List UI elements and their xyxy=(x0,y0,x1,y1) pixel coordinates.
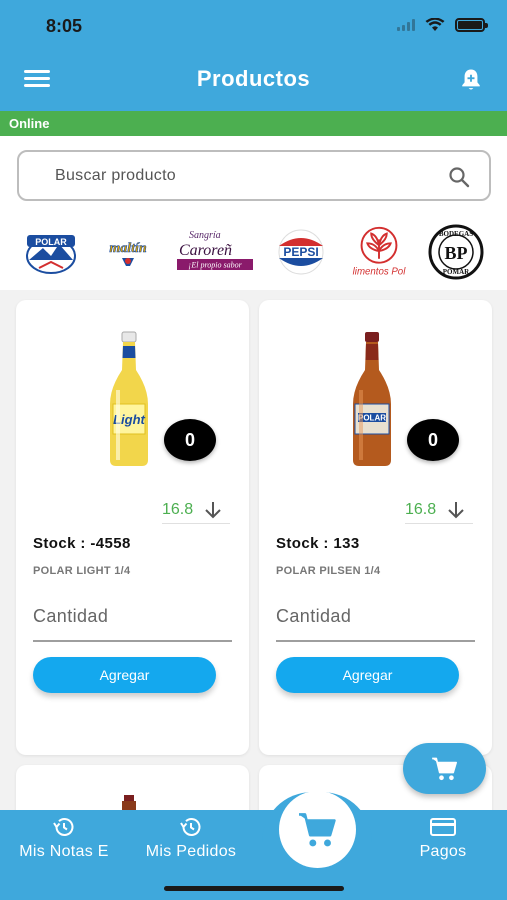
alimentos-polar-text: limentos Pol xyxy=(352,266,406,277)
nav-mis-pedidos-label: Mis Pedidos xyxy=(145,843,237,860)
brand-maltin[interactable]: maltín xyxy=(97,224,159,280)
nav-mis-notas[interactable]: Mis Notas E xyxy=(12,815,116,861)
bell-plus-icon xyxy=(462,69,480,90)
credit-card-icon xyxy=(430,818,456,836)
brand-pepsi[interactable]: PEPSI xyxy=(270,224,332,280)
arrow-down-icon[interactable] xyxy=(446,500,466,520)
polar-logo-text: POLAR xyxy=(35,237,67,247)
shopping-cart-icon xyxy=(431,757,457,780)
notification-button[interactable] xyxy=(457,66,485,94)
connection-status-text: Online xyxy=(9,116,50,131)
brand-polar[interactable]: POLAR xyxy=(20,224,82,280)
bodegas-pomar-logo: BODEGAS POMAR BP xyxy=(428,224,484,280)
wifi-icon xyxy=(425,18,445,31)
add-to-cart-button[interactable]: Agregar xyxy=(276,657,459,693)
price-sort-row[interactable]: 16.8 xyxy=(162,496,230,524)
floating-cart-button[interactable] xyxy=(403,743,486,794)
product-name: POLAR PILSEN 1/4 xyxy=(276,565,381,577)
polar-logo: POLAR xyxy=(25,235,76,274)
sangria-carorena-logo: Sangría Caroreñ ¡El propio sabor xyxy=(176,230,253,270)
search-box xyxy=(17,150,491,201)
brand-filter-row: POLAR maltín Sangría Caroreñ ¡El propio … xyxy=(0,214,507,290)
app-header: 8:05 Productos xyxy=(0,0,507,111)
product-image-polar-light: Light xyxy=(110,331,148,466)
center-cart-button[interactable] xyxy=(279,791,356,868)
stock-value: -4558 xyxy=(90,535,131,552)
battery-icon xyxy=(455,18,488,32)
svg-text:POMAR: POMAR xyxy=(443,268,470,276)
stock-value: 133 xyxy=(333,535,360,552)
status-time: 8:05 xyxy=(46,16,83,36)
quantity-input[interactable] xyxy=(276,592,475,642)
brand-bodegas-pomar[interactable]: BODEGAS POMAR BP xyxy=(425,224,487,280)
cellular-signal-icon xyxy=(397,19,415,31)
history-icon xyxy=(180,818,201,836)
cart-quantity-badge: 0 xyxy=(407,419,459,461)
shopping-cart-icon xyxy=(298,812,336,846)
nav-pagos[interactable]: Pagos xyxy=(410,815,476,861)
stock-label: Stock : xyxy=(33,535,86,552)
brand-sangria-carorena[interactable]: Sangría Caroreñ ¡El propio sabor xyxy=(175,224,255,280)
sangria-tagline: ¡El propio sabor xyxy=(188,261,242,270)
cart-quantity-badge: 0 xyxy=(164,419,216,461)
svg-text:BODEGAS: BODEGAS xyxy=(439,230,473,238)
svg-text:BP: BP xyxy=(445,243,468,263)
price-sort-row[interactable]: 16.8 xyxy=(405,496,473,524)
history-icon xyxy=(53,818,74,836)
svg-text:Sangría: Sangría xyxy=(189,230,221,241)
stock-info: Stock : -4558 xyxy=(33,535,131,552)
svg-text:Caroreñ: Caroreñ xyxy=(179,242,232,259)
add-to-cart-button[interactable]: Agregar xyxy=(33,657,216,693)
alimentos-polar-logo: limentos Pol xyxy=(352,226,406,277)
product-card: POLAR 0 16.8 Stock : 133 POLAR PILSEN 1/… xyxy=(259,300,492,755)
product-price: 16.8 xyxy=(162,500,194,518)
search-input[interactable] xyxy=(55,165,435,187)
status-icons xyxy=(397,18,488,32)
maltin-logo-text: maltín xyxy=(110,241,148,256)
product-card: Light 0 16.8 Stock : -4558 POLAR LIGHT 1… xyxy=(16,300,249,755)
nav-mis-pedidos[interactable]: Mis Pedidos xyxy=(138,815,244,861)
product-name: POLAR LIGHT 1/4 xyxy=(33,565,131,577)
search-icon[interactable] xyxy=(447,165,471,189)
brand-alimentos-polar[interactable]: limentos Pol xyxy=(348,224,410,280)
search-section xyxy=(0,136,507,214)
product-image-polar-pilsen: POLAR xyxy=(353,332,391,466)
connection-status-bar: Online xyxy=(0,111,507,136)
stock-label: Stock : xyxy=(276,535,329,552)
quantity-input[interactable] xyxy=(33,592,232,642)
home-indicator xyxy=(164,886,344,891)
product-price: 16.8 xyxy=(405,500,437,518)
nav-mis-notas-label: Mis Notas E xyxy=(19,843,109,860)
page-title: Productos xyxy=(196,66,311,91)
arrow-down-icon[interactable] xyxy=(203,500,223,520)
nav-pagos-label: Pagos xyxy=(419,843,467,860)
pepsi-logo: PEPSI xyxy=(278,229,324,275)
pepsi-logo-text: PEPSI xyxy=(284,245,319,259)
app-screen: 8:05 Productos Online Buscar producto PO… xyxy=(0,0,507,900)
stock-info: Stock : 133 xyxy=(276,535,360,552)
maltin-logo: maltín xyxy=(109,241,148,266)
